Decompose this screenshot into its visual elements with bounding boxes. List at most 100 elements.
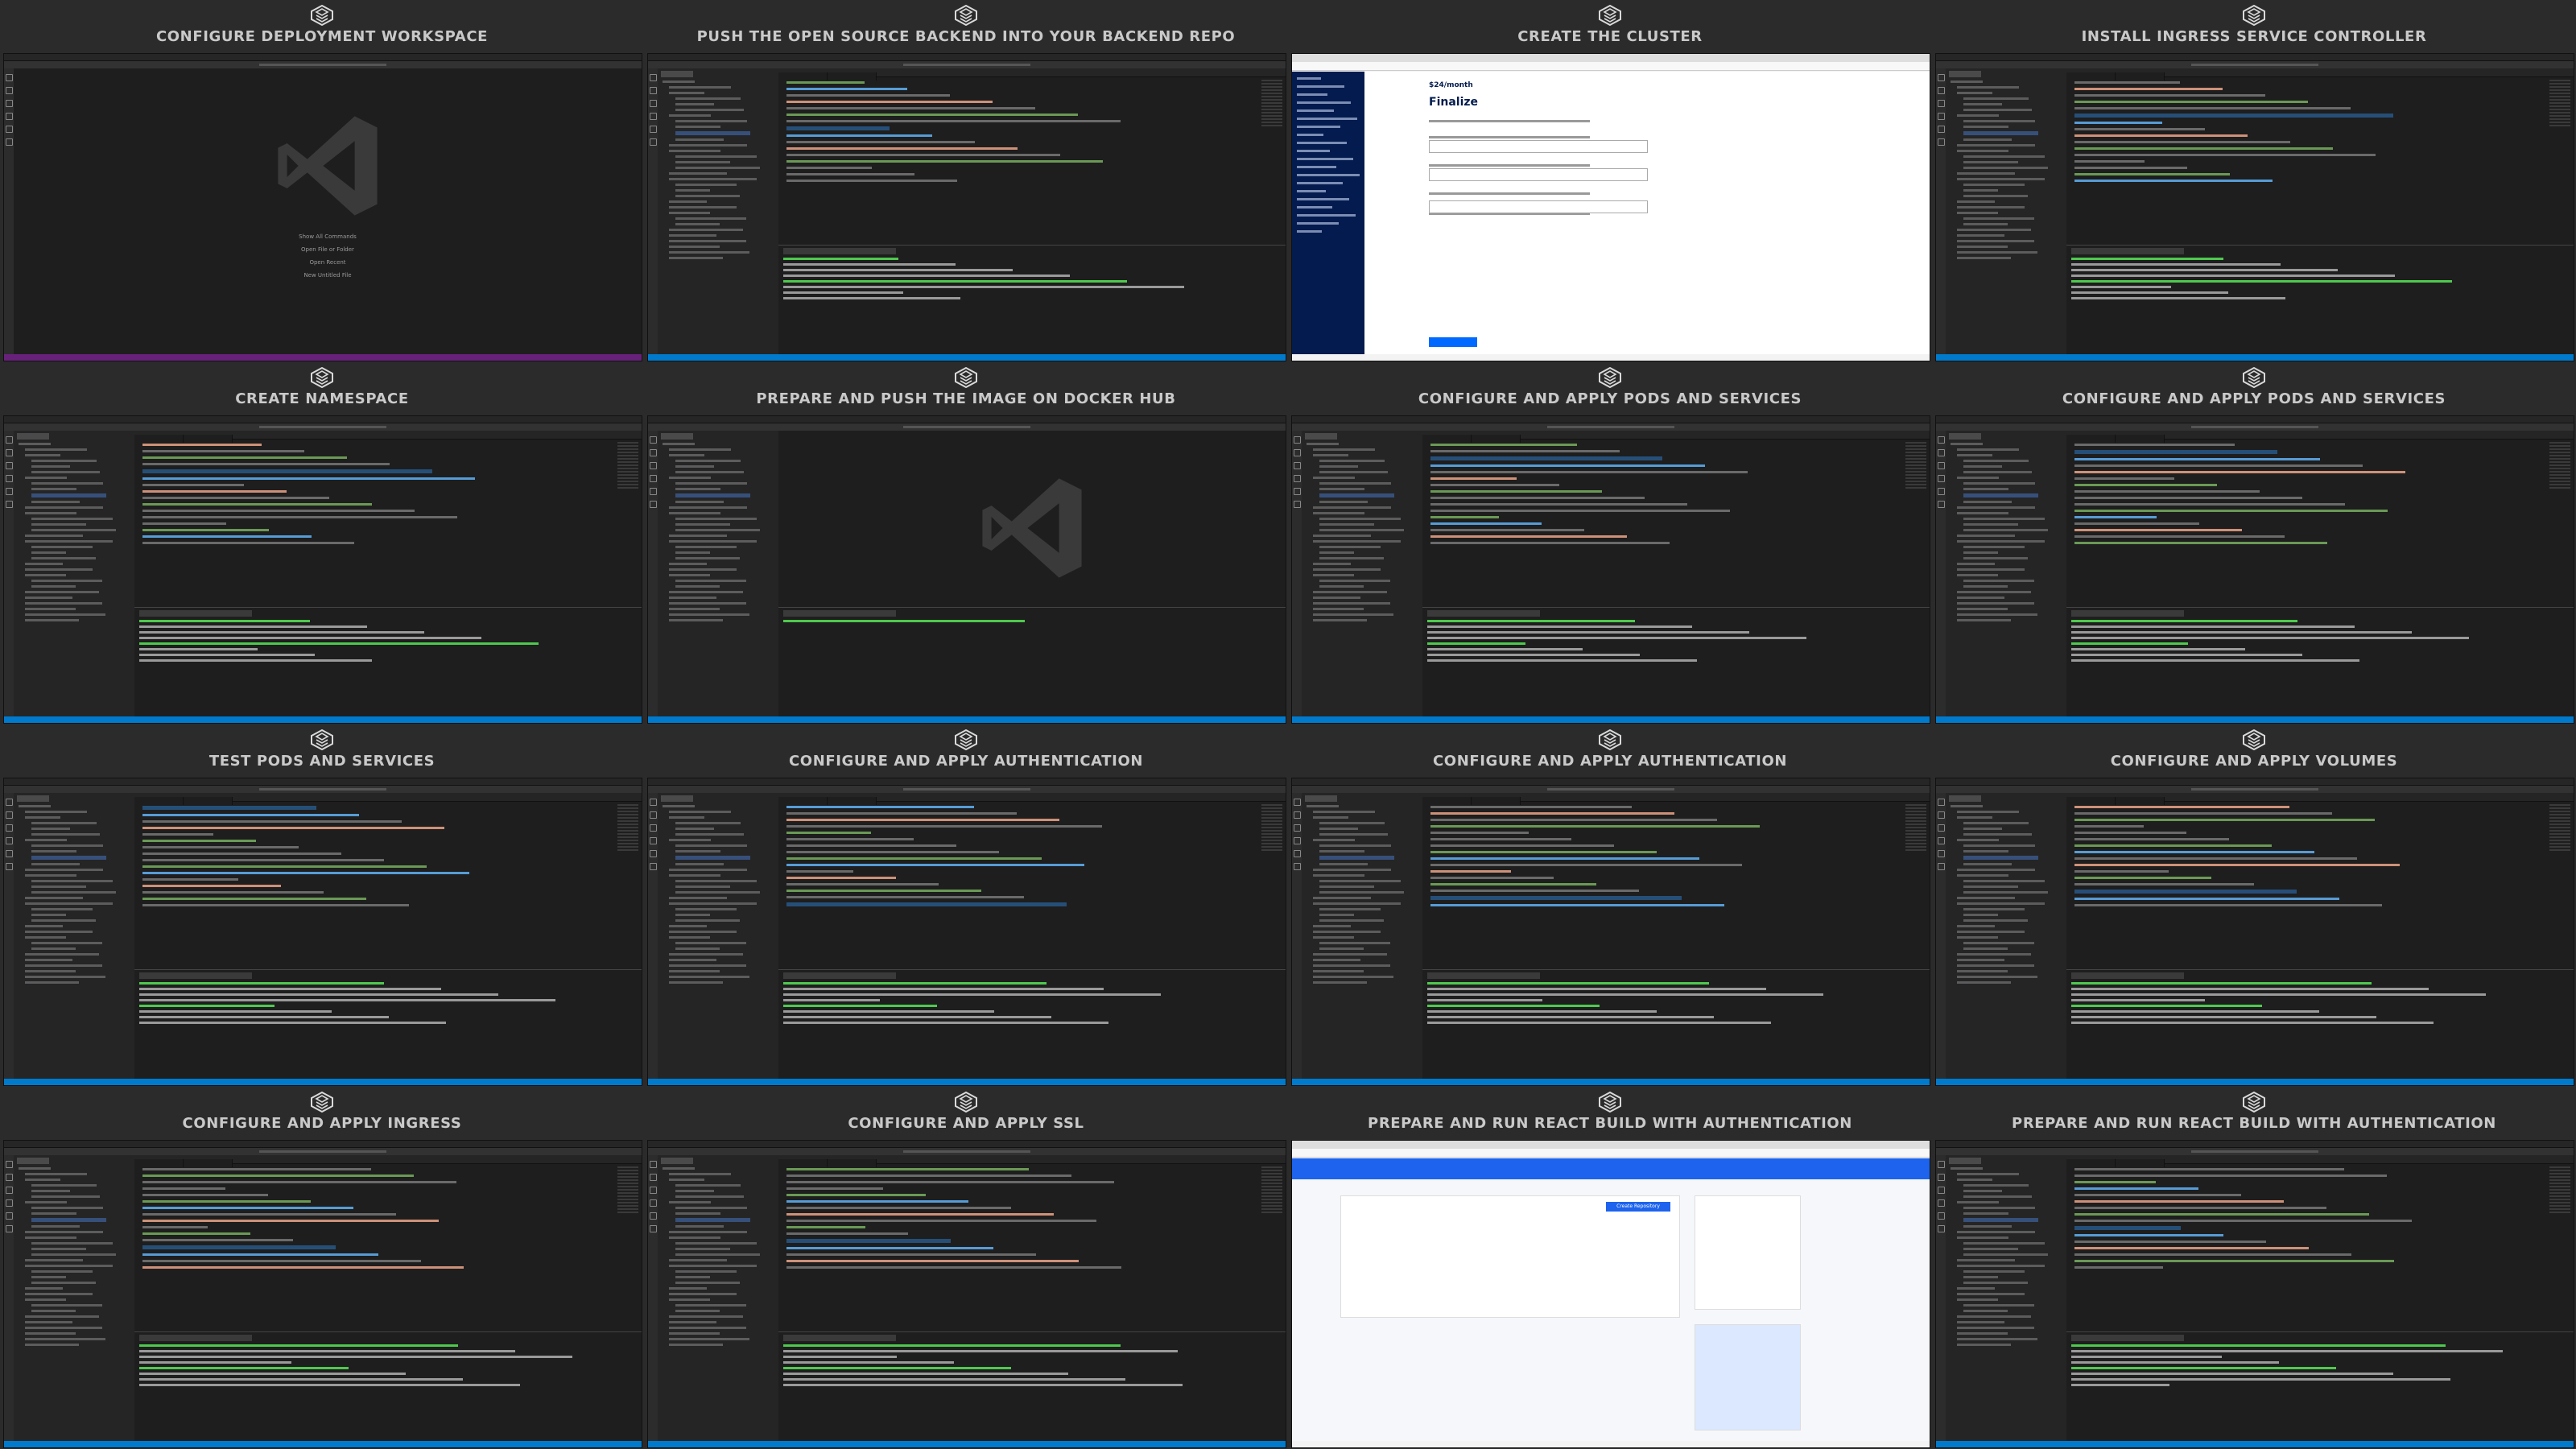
welcome-shortcut[interactable]: Open File or Folder xyxy=(14,246,642,253)
step-logo-icon xyxy=(1598,366,1622,389)
tutorial-step-tile: PREPARE AND RUN REACT BUILD WITH AUTHENT… xyxy=(1288,1087,1932,1449)
welcome-shortcut[interactable]: New Untitled File xyxy=(14,272,642,279)
create-cluster-button[interactable] xyxy=(1429,337,1477,347)
form-field[interactable] xyxy=(1429,168,1648,181)
status-bar xyxy=(648,1441,1286,1447)
activity-bar[interactable] xyxy=(1936,431,1946,716)
step-title: PUSH THE OPEN SOURCE BACKEND INTO YOUR B… xyxy=(696,28,1236,45)
step-title: CREATE THE CLUSTER xyxy=(1517,28,1703,45)
step-logo-icon xyxy=(2242,4,2266,27)
activity-bar[interactable] xyxy=(648,431,658,716)
step-title: PREPARE AND PUSH THE IMAGE ON DOCKER HUB xyxy=(756,390,1176,407)
welcome-shortcut[interactable]: Show All Commands xyxy=(14,233,642,240)
explorer-sidebar[interactable] xyxy=(1946,793,2067,1079)
code-editor[interactable] xyxy=(778,431,1286,716)
code-editor[interactable] xyxy=(778,68,1286,354)
status-bar xyxy=(1936,716,2574,723)
activity-bar[interactable] xyxy=(4,68,14,354)
code-editor[interactable] xyxy=(2066,68,2574,354)
step-logo-icon xyxy=(954,1091,978,1113)
tutorial-grid: CONFIGURE DEPLOYMENT WORKSPACE Show All C… xyxy=(0,0,2576,1449)
explorer-sidebar[interactable] xyxy=(1302,431,1423,716)
dockerhub-repositories: Create Repository xyxy=(1292,1179,1930,1441)
step-screenshot: $24/month Finalize xyxy=(1291,53,1930,361)
tutorial-step-tile: CONFIGURE DEPLOYMENT WORKSPACE Show All C… xyxy=(0,0,644,362)
welcome-shortcut[interactable]: Open Recent xyxy=(14,259,642,266)
explorer-sidebar[interactable] xyxy=(1302,793,1423,1079)
step-logo-icon xyxy=(1598,729,1622,751)
activity-bar[interactable] xyxy=(4,793,14,1079)
activity-bar[interactable] xyxy=(1292,431,1302,716)
vscode-logo-icon xyxy=(271,109,384,222)
explorer-sidebar[interactable] xyxy=(658,793,779,1079)
repository-list[interactable] xyxy=(1340,1195,1680,1318)
step-screenshot xyxy=(647,778,1286,1086)
promo-card xyxy=(1695,1195,1801,1310)
tutorial-step-tile: CONFIGURE AND APPLY VOLUMES xyxy=(1932,724,2576,1087)
step-screenshot xyxy=(647,415,1286,724)
explorer-sidebar[interactable] xyxy=(14,1155,135,1441)
step-title: INSTALL INGRESS SERVICE CONTROLLER xyxy=(2081,28,2427,45)
activity-bar[interactable] xyxy=(648,793,658,1079)
step-title: CONFIGURE AND APPLY SSL xyxy=(848,1115,1084,1132)
status-bar xyxy=(1292,716,1930,723)
step-screenshot xyxy=(1291,778,1930,1086)
tutorial-step-tile: PREPARE AND RUN REACT BUILD WITH AUTHENT… xyxy=(1932,1087,2576,1449)
explorer-sidebar[interactable] xyxy=(14,793,135,1079)
form-field[interactable] xyxy=(1429,200,1648,213)
explorer-sidebar[interactable] xyxy=(658,431,779,716)
code-editor[interactable] xyxy=(2066,1155,2574,1441)
activity-bar[interactable] xyxy=(4,431,14,716)
explorer-sidebar[interactable] xyxy=(658,1155,779,1441)
activity-bar[interactable] xyxy=(1292,793,1302,1079)
step-logo-icon xyxy=(310,729,334,751)
activity-bar[interactable] xyxy=(4,1155,14,1441)
code-editor[interactable] xyxy=(2066,431,2574,716)
form-field[interactable] xyxy=(1429,140,1648,153)
step-logo-icon xyxy=(310,1091,334,1113)
tutorial-step-tile: CREATE THE CLUSTER $24/month Finalize xyxy=(1288,0,1932,362)
dockerhub-header[interactable] xyxy=(1292,1158,1930,1179)
explorer-sidebar[interactable] xyxy=(1946,431,2067,716)
step-screenshot xyxy=(3,1140,642,1448)
step-logo-icon xyxy=(2242,729,2266,751)
activity-bar[interactable] xyxy=(1936,793,1946,1079)
step-title: TEST PODS AND SERVICES xyxy=(208,753,436,770)
activity-bar[interactable] xyxy=(648,1155,658,1441)
step-title: CONFIGURE AND APPLY AUTHENTICATION xyxy=(788,753,1144,770)
promo-card xyxy=(1695,1324,1801,1430)
activity-bar[interactable] xyxy=(648,68,658,354)
tutorial-step-tile: CONFIGURE AND APPLY SSL xyxy=(644,1087,1288,1449)
status-bar xyxy=(648,354,1286,361)
step-screenshot: Create Repository xyxy=(1291,1140,1930,1448)
step-title: CONFIGURE AND APPLY VOLUMES xyxy=(2110,753,2398,770)
code-editor[interactable] xyxy=(134,431,642,716)
code-editor[interactable] xyxy=(778,1155,1286,1441)
code-editor[interactable] xyxy=(778,793,1286,1079)
explorer-sidebar[interactable] xyxy=(14,431,135,716)
create-cluster-form: $24/month Finalize xyxy=(1364,72,1930,354)
status-bar xyxy=(4,1079,642,1085)
welcome-screen: Show All Commands Open File or Folder Open… xyxy=(14,68,642,354)
explorer-sidebar[interactable] xyxy=(1946,68,2067,354)
code-editor[interactable] xyxy=(1422,431,1930,716)
status-bar xyxy=(1292,1079,1930,1085)
step-logo-icon xyxy=(2242,366,2266,389)
code-editor[interactable] xyxy=(134,1155,642,1441)
digitalocean-nav[interactable] xyxy=(1292,72,1364,354)
tutorial-step-tile: CONFIGURE AND APPLY INGRESS xyxy=(0,1087,644,1449)
explorer-sidebar[interactable] xyxy=(658,68,779,354)
code-editor[interactable] xyxy=(134,793,642,1079)
status-bar xyxy=(1936,354,2574,361)
step-screenshot xyxy=(1935,53,2574,361)
status-bar xyxy=(4,354,642,361)
explorer-sidebar[interactable] xyxy=(1946,1155,2067,1441)
step-title: PREPARE AND RUN REACT BUILD WITH AUTHENT… xyxy=(1368,1115,1852,1132)
tutorial-step-tile: INSTALL INGRESS SERVICE CONTROLLER xyxy=(1932,0,2576,362)
tutorial-step-tile: PUSH THE OPEN SOURCE BACKEND INTO YOUR B… xyxy=(644,0,1288,362)
activity-bar[interactable] xyxy=(1936,68,1946,354)
activity-bar[interactable] xyxy=(1936,1155,1946,1441)
code-editor[interactable] xyxy=(1422,793,1930,1079)
create-repository-button[interactable]: Create Repository xyxy=(1606,1202,1670,1212)
code-editor[interactable] xyxy=(2066,793,2574,1079)
